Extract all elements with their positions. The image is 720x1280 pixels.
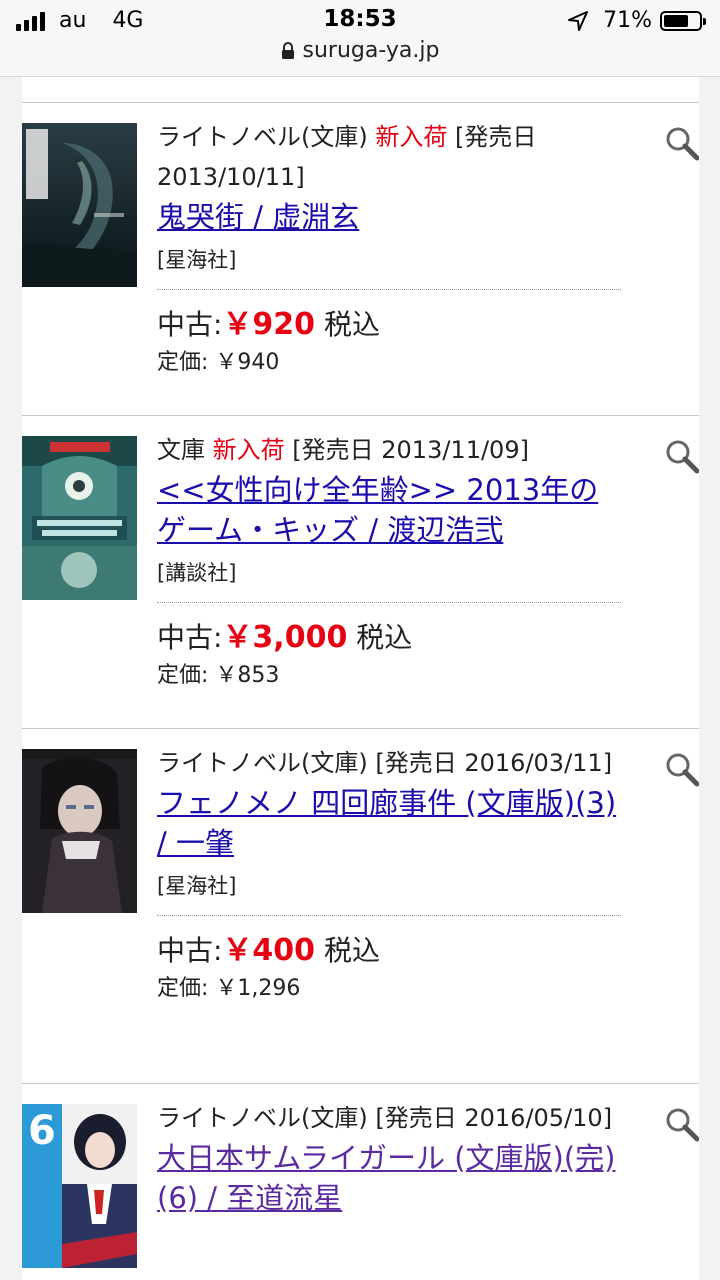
product-thumbnail[interactable] bbox=[22, 123, 137, 287]
release-date: [発売日 2016/05/10] bbox=[375, 1104, 613, 1132]
price-amount: ￥3,000 bbox=[222, 620, 348, 655]
release-date: [発売日 2016/03/11] bbox=[375, 749, 613, 777]
new-arrival-badge: 新入荷 bbox=[212, 436, 285, 464]
product-info: ライトノベル(文庫) 新入荷 [発売日 2013/10/11] 鬼哭街 / 虚淵… bbox=[157, 117, 627, 380]
magnifier-icon[interactable] bbox=[664, 125, 699, 161]
product-thumbnail[interactable] bbox=[22, 749, 137, 913]
list-item: 6 ライトノベル(文庫) [発売日 2016/05/10] 大日本サムライガール… bbox=[22, 1083, 699, 1280]
release-date: [発売日 2013/11/09] bbox=[292, 436, 529, 464]
tax-label: 税込 bbox=[323, 308, 380, 341]
magnifier-icon[interactable] bbox=[664, 1106, 699, 1142]
status-right: 71% bbox=[567, 8, 706, 33]
product-meta: ライトノベル(文庫) [発売日 2016/05/10] bbox=[157, 1098, 627, 1138]
list-price: 定価: ￥940 bbox=[157, 350, 280, 375]
used-price: 中古:￥920 税込 bbox=[157, 304, 627, 346]
list-price: 定価: ￥853 bbox=[157, 663, 280, 688]
magnifier-icon[interactable] bbox=[664, 751, 699, 787]
product-meta: ライトノベル(文庫) [発売日 2016/03/11] bbox=[157, 743, 627, 783]
product-title-link[interactable]: フェノメノ 四回廊事件 (文庫版)(3) / 一肇 bbox=[157, 783, 627, 863]
category-label: 文庫 bbox=[157, 436, 205, 464]
book-cover-image bbox=[22, 436, 137, 600]
battery-icon bbox=[660, 10, 706, 31]
divider bbox=[157, 915, 621, 916]
category-label: ライトノベル(文庫) bbox=[157, 1104, 368, 1132]
product-meta: 文庫 新入荷 [発売日 2013/11/09] bbox=[157, 430, 627, 470]
product-list: ライトノベル(文庫) 新入荷 [発売日 2013/10/11] 鬼哭街 / 虚淵… bbox=[22, 77, 699, 1280]
magnifier-icon[interactable] bbox=[664, 438, 699, 474]
book-cover-image bbox=[22, 123, 137, 287]
product-info: ライトノベル(文庫) [発売日 2016/03/11] フェノメノ 四回廊事件 … bbox=[157, 743, 627, 1006]
tax-label: 税込 bbox=[356, 621, 413, 654]
product-thumbnail[interactable] bbox=[22, 436, 137, 600]
product-title-link[interactable]: 鬼哭街 / 虚淵玄 bbox=[157, 197, 627, 237]
used-price: 中古:￥3,000 税込 bbox=[157, 617, 627, 659]
book-cover-image: 6 bbox=[22, 1104, 137, 1268]
publisher-label: [星海社] bbox=[157, 248, 237, 272]
book-cover-image bbox=[22, 749, 137, 913]
product-thumbnail[interactable]: 6 bbox=[22, 1104, 137, 1268]
location-arrow-icon bbox=[568, 10, 589, 31]
product-title-link[interactable]: <<女性向け全年齢>> 2013年のゲーム・キッズ / 渡辺浩弐 bbox=[157, 470, 627, 550]
list-price: 定価: ￥1,296 bbox=[157, 976, 301, 1001]
price-amount: ￥920 bbox=[222, 307, 316, 342]
url-text: suruga-ya.jp bbox=[302, 38, 440, 63]
list-item: ライトノベル(文庫) 新入荷 [発売日 2013/10/11] 鬼哭街 / 虚淵… bbox=[22, 102, 699, 416]
product-info: ライトノベル(文庫) [発売日 2016/05/10] 大日本サムライガール (… bbox=[157, 1098, 627, 1218]
divider bbox=[157, 602, 621, 603]
category-label: ライトノベル(文庫) bbox=[157, 749, 368, 777]
tax-label: 税込 bbox=[323, 934, 380, 967]
new-arrival-badge: 新入荷 bbox=[375, 123, 448, 151]
status-bar: au 4G 18:53 71% suruga-ya.jp bbox=[0, 0, 720, 77]
lock-icon bbox=[281, 41, 294, 59]
publisher-label: [星海社] bbox=[157, 874, 237, 898]
used-price: 中古:￥400 税込 bbox=[157, 930, 627, 972]
product-meta: ライトノベル(文庫) 新入荷 [発売日 2013/10/11] bbox=[157, 117, 627, 197]
list-item: 文庫 新入荷 [発売日 2013/11/09] <<女性向け全年齢>> 2013… bbox=[22, 415, 699, 729]
price-label: 中古: bbox=[157, 308, 223, 341]
publisher-label: [講談社] bbox=[157, 561, 237, 585]
price-label: 中古: bbox=[157, 621, 223, 654]
divider bbox=[157, 289, 621, 290]
battery-percent: 71% bbox=[603, 8, 652, 33]
address-bar[interactable]: suruga-ya.jp bbox=[0, 38, 720, 63]
product-info: 文庫 新入荷 [発売日 2013/11/09] <<女性向け全年齢>> 2013… bbox=[157, 430, 627, 693]
product-title-link[interactable]: 大日本サムライガール (文庫版)(完)(6) / 至道流星 bbox=[157, 1138, 627, 1218]
category-label: ライトノベル(文庫) bbox=[157, 123, 368, 151]
price-label: 中古: bbox=[157, 934, 223, 967]
list-item: ライトノベル(文庫) [発売日 2016/03/11] フェノメノ 四回廊事件 … bbox=[22, 728, 699, 1084]
svg-text:6: 6 bbox=[28, 1108, 56, 1154]
price-amount: ￥400 bbox=[222, 933, 316, 968]
